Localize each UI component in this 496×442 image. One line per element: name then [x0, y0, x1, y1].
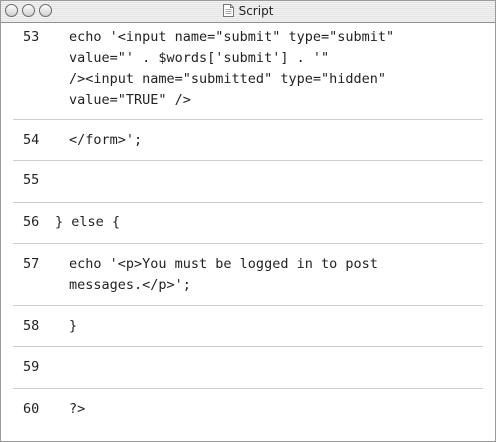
- line-divider: [13, 243, 483, 244]
- line-number: 58: [23, 318, 40, 334]
- code-text: ?>: [69, 401, 86, 417]
- window-title-text: Script: [238, 4, 274, 18]
- line-divider: [13, 202, 483, 203]
- line-number: 54: [23, 132, 40, 148]
- window-title: Script: [1, 3, 495, 20]
- line-number: 60: [23, 401, 40, 417]
- line-number: 53: [23, 29, 40, 45]
- line-divider: [13, 388, 483, 389]
- code-text: messages.</p>';: [69, 277, 191, 293]
- code-text: }: [69, 318, 78, 334]
- line-divider: [13, 119, 483, 120]
- code-listing: 53 echo '<input name="submit" type="subm…: [1, 23, 495, 441]
- line-divider: [13, 160, 483, 161]
- line-divider: [13, 346, 483, 347]
- code-text: value="' . $words['submit'] . '": [69, 50, 330, 66]
- code-text: /><input name="submitted" type="hidden": [69, 71, 386, 87]
- script-window: Script 53 echo '<input name="submit" typ…: [0, 0, 496, 442]
- document-icon: [222, 3, 234, 17]
- line-number: 57: [23, 256, 40, 272]
- line-divider: [13, 305, 483, 306]
- code-text: value="TRUE" />: [69, 92, 191, 108]
- title-bar[interactable]: Script: [1, 1, 495, 23]
- line-number: 56: [23, 214, 40, 230]
- line-number: 59: [23, 359, 40, 375]
- line-number: 55: [23, 172, 40, 188]
- code-text: echo '<p>You must be logged in to post: [69, 256, 378, 272]
- code-text: echo '<input name="submit" type="submit": [69, 29, 395, 45]
- code-text: } else {: [55, 214, 121, 230]
- code-text: </form>';: [69, 132, 143, 148]
